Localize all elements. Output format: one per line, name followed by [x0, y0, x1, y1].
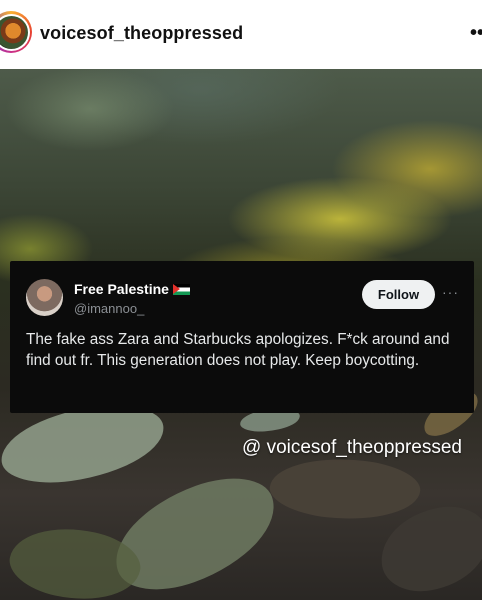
leaf: [373, 500, 482, 598]
post-header: voicesof_theoppressed ••: [0, 0, 482, 69]
tweet-author-label: Free Palestine: [74, 281, 169, 297]
post-username[interactable]: voicesof_theoppressed: [40, 23, 243, 44]
follow-button: Follow: [362, 280, 435, 309]
tweet-text: The fake ass Zara and Starbucks apologiz…: [26, 331, 450, 369]
leaf: [267, 451, 423, 527]
avatar-image: [0, 15, 28, 49]
leaf: [4, 516, 146, 600]
tweet-handle: @imannoo_: [74, 301, 145, 316]
watermark: @ voicesof_theoppressed: [242, 437, 462, 458]
tweet-avatar: [26, 279, 63, 316]
tweet-author-name: Free Palestine: [74, 281, 190, 297]
tweet-card: Free Palestine @imannoo_ Follow ··· The …: [10, 261, 474, 413]
more-dots-icon: ···: [442, 284, 459, 300]
palestine-flag-icon: [172, 284, 190, 295]
avatar-ring: [0, 13, 30, 51]
more-dots-icon[interactable]: ••: [470, 22, 482, 44]
profile-avatar[interactable]: [0, 11, 32, 53]
